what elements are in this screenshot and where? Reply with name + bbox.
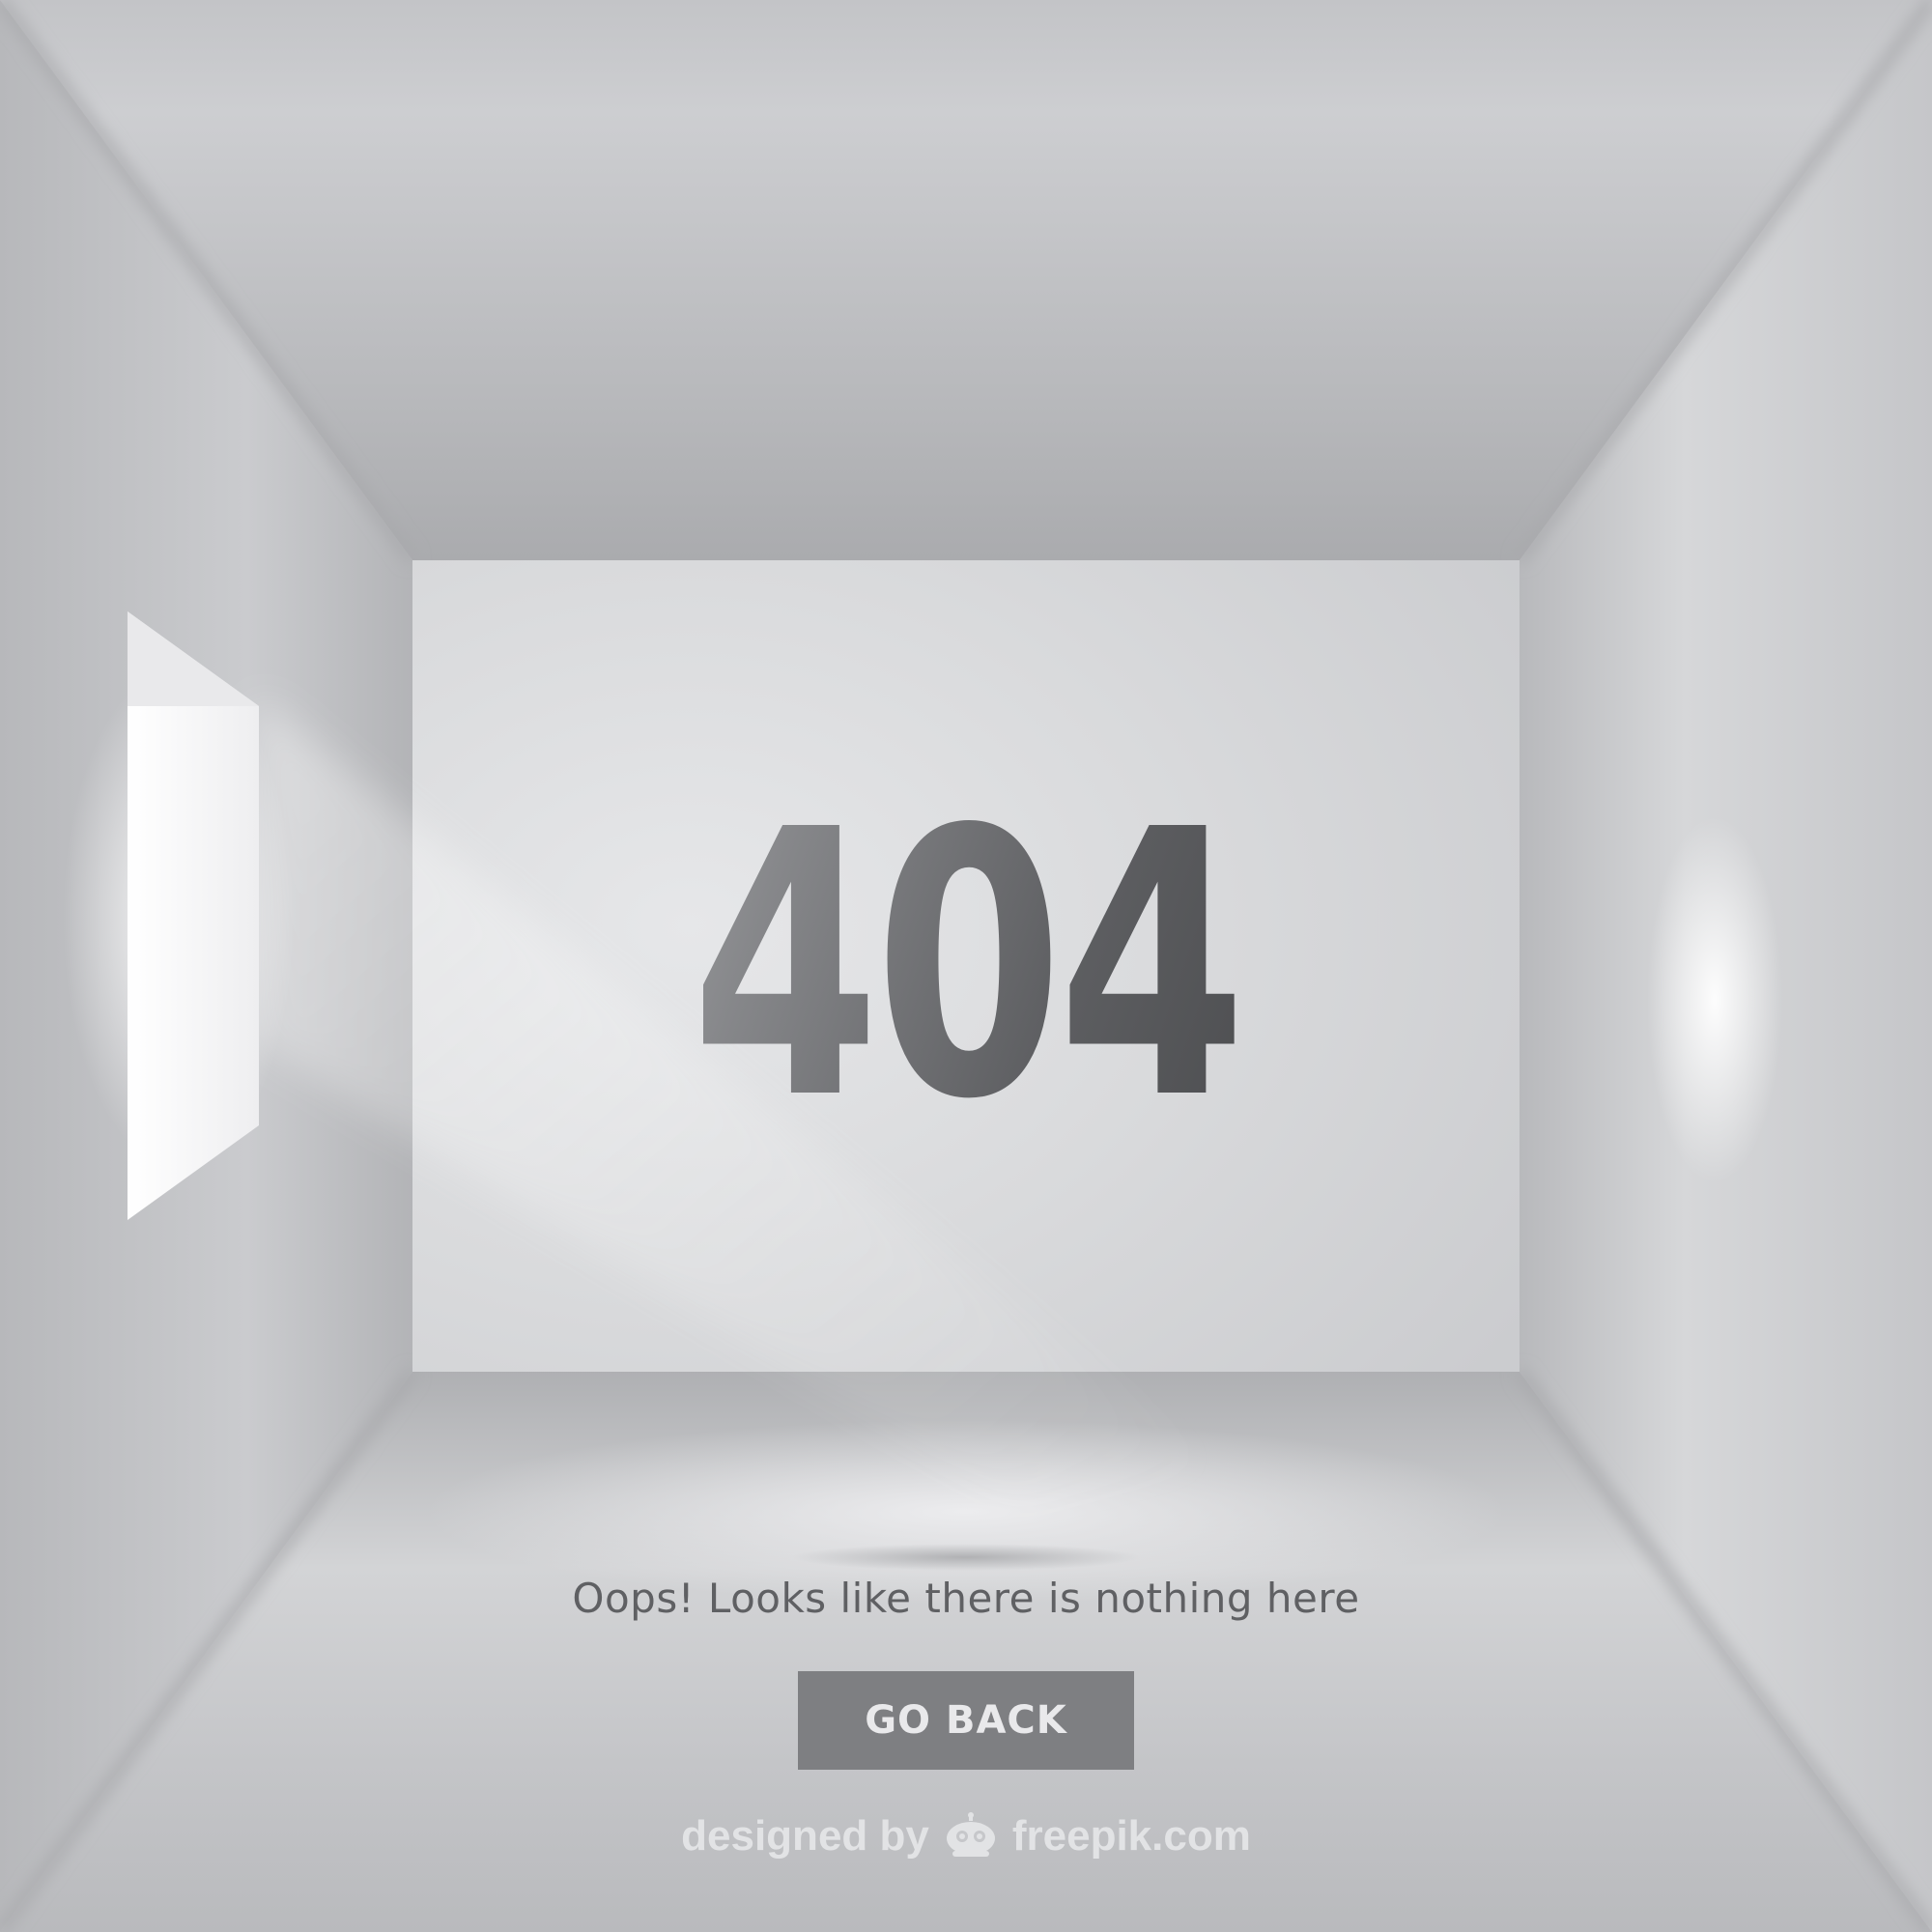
error-404-page: 404 Oops! Looks like there is nothing he… xyxy=(0,0,1932,1932)
go-back-button[interactable]: GO BACK xyxy=(798,1671,1134,1770)
credit-brand[interactable]: freepik.com xyxy=(1012,1812,1251,1861)
credit-prefix: designed by xyxy=(681,1812,929,1860)
error-code-heading: 404 xyxy=(556,560,1376,1372)
designer-credit: designed by freepik.com xyxy=(580,1812,1352,1861)
error-message: Oops! Looks like there is nothing here xyxy=(572,1575,1360,1622)
freepik-logo-icon xyxy=(943,1812,999,1861)
